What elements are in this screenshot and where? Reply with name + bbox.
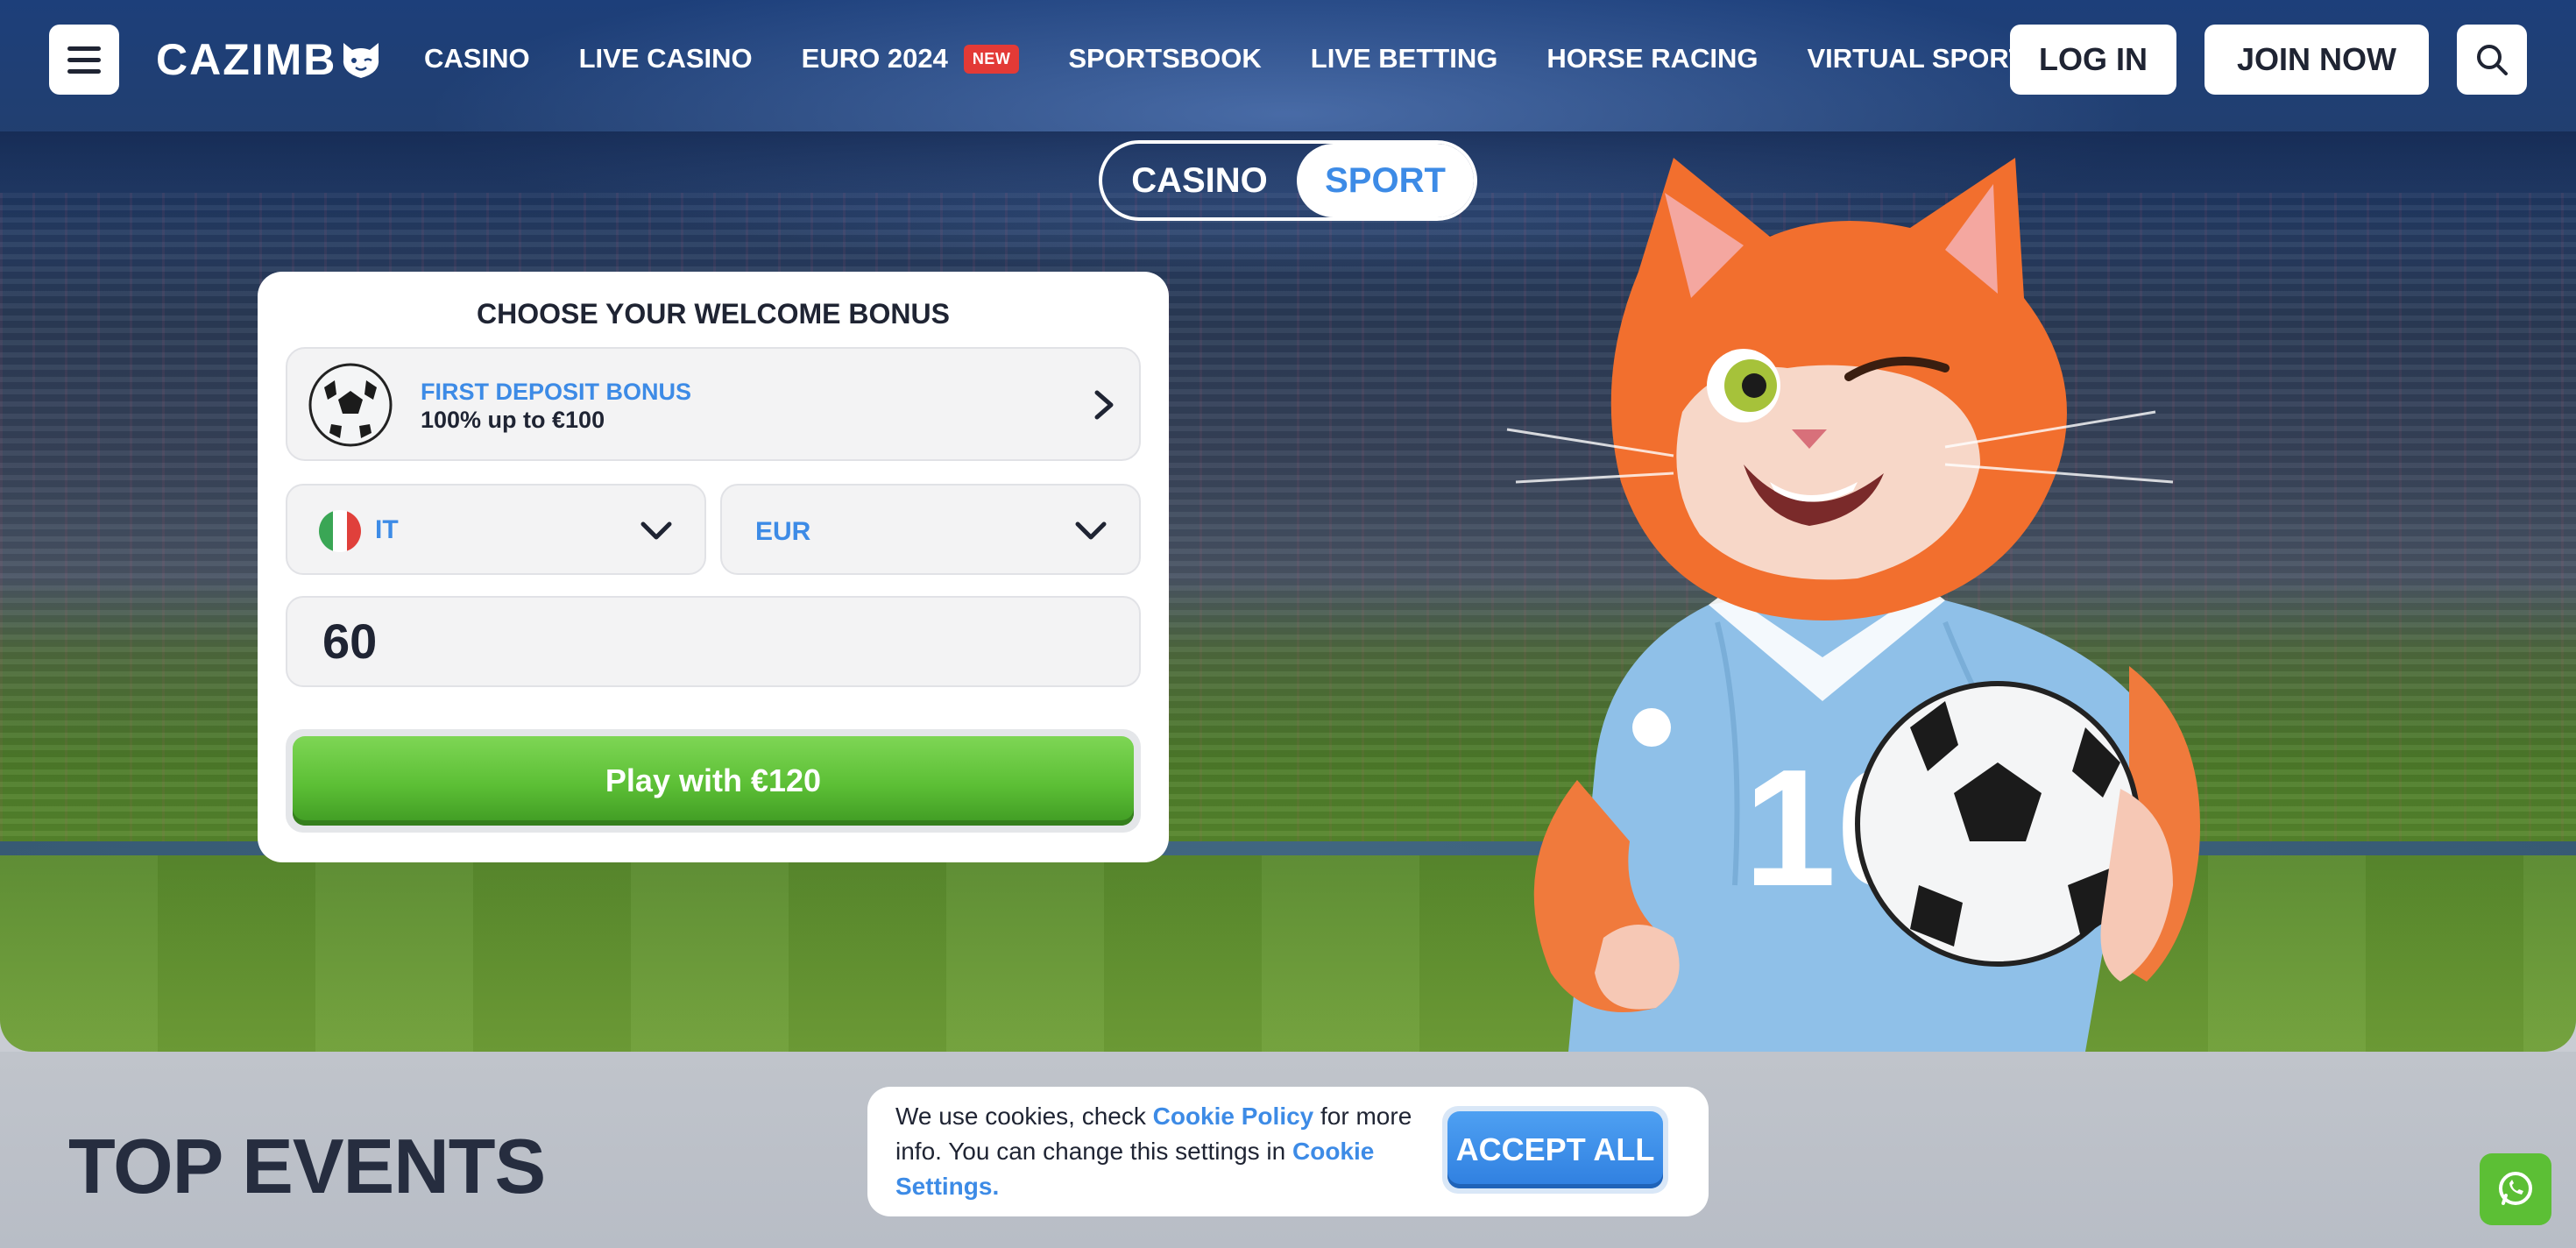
cat-head-icon	[343, 43, 379, 78]
new-badge: NEW	[963, 44, 1020, 74]
main-nav: CASINO LIVE CASINO EURO 2024 NEW SPORTSB…	[424, 35, 2043, 82]
country-value: IT	[375, 515, 399, 544]
search-icon	[2477, 45, 2508, 75]
play-button-frame: Play with €120	[286, 729, 1141, 833]
search-button[interactable]	[2457, 25, 2527, 95]
nav-live-casino[interactable]: LIVE CASINO	[579, 43, 753, 74]
accept-all-button[interactable]: ACCEPT ALL	[1447, 1111, 1663, 1188]
casino-sport-toggle: CASINO SPORT	[1099, 140, 1477, 221]
currency-select[interactable]: EUR	[720, 484, 1141, 575]
site-logo[interactable]: CAZIMB	[156, 32, 382, 88]
nav-virtual-sports[interactable]: VIRTUAL SPORTS	[1808, 43, 2044, 74]
nav-horse-racing[interactable]: HORSE RACING	[1546, 43, 1758, 74]
top-navigation: CAZIMB CASINO LIVE CASINO EURO 2024 NEW …	[0, 0, 2576, 117]
play-button[interactable]: Play with €120	[293, 736, 1134, 826]
whatsapp-icon	[2499, 1172, 2532, 1205]
welcome-bonus-card: CHOOSE YOUR WELCOME BONUS FIRST DEPOSIT …	[258, 272, 1169, 862]
cookie-policy-link[interactable]: Cookie Policy	[1153, 1103, 1314, 1130]
italy-flag-icon	[319, 510, 361, 552]
bonus-selector[interactable]: FIRST DEPOSIT BONUS 100% up to €100	[286, 347, 1141, 461]
cookie-banner: We use cookies, check Cookie Policy for …	[867, 1087, 1709, 1216]
cookie-text: We use cookies, check Cookie Policy for …	[895, 1103, 1412, 1200]
bonus-card-title: CHOOSE YOUR WELCOME BONUS	[477, 298, 950, 330]
hamburger-icon	[67, 46, 101, 51]
toggle-casino[interactable]: CASINO	[1102, 144, 1297, 217]
cat-mascot-illustration: 10	[1506, 158, 2200, 1052]
country-select[interactable]: IT	[286, 484, 706, 575]
chevron-down-icon	[640, 521, 672, 540]
logo-text: CAZIMB	[156, 35, 337, 84]
nav-euro-2024[interactable]: EURO 2024 NEW	[802, 43, 1020, 74]
login-button[interactable]: LOG IN	[2010, 25, 2176, 95]
whatsapp-chat-button[interactable]	[2480, 1153, 2551, 1225]
top-events-heading: TOP EVENTS	[68, 1123, 546, 1209]
toggle-sport[interactable]: SPORT	[1297, 144, 1474, 217]
nav-sportsbook[interactable]: SPORTSBOOK	[1068, 43, 1261, 74]
nav-casino[interactable]: CASINO	[424, 43, 530, 74]
soccer-ball-icon	[308, 363, 393, 447]
nav-live-betting[interactable]: LIVE BETTING	[1311, 43, 1498, 74]
chevron-right-icon	[1094, 390, 1114, 420]
hamburger-menu-button[interactable]	[49, 25, 119, 95]
bonus-name: FIRST DEPOSIT BONUS	[421, 379, 692, 405]
currency-value: EUR	[755, 517, 811, 546]
deposit-amount-input[interactable]: 60	[286, 596, 1141, 687]
bonus-description: 100% up to €100	[421, 407, 605, 433]
chevron-down-icon	[1075, 521, 1107, 540]
accept-all-frame: ACCEPT ALL	[1442, 1106, 1668, 1194]
join-now-button[interactable]: JOIN NOW	[2204, 25, 2429, 95]
